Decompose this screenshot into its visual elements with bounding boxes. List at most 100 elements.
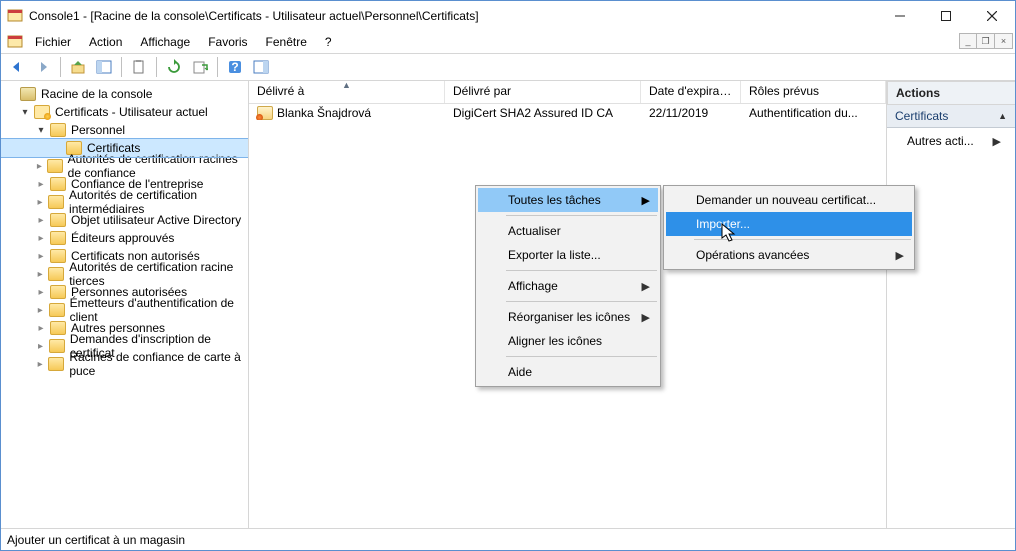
title-bar: Console1 - [Racine de la console\Certifi… bbox=[1, 1, 1015, 31]
tree-personnel[interactable]: Personnel bbox=[1, 121, 248, 139]
col-delivre-par[interactable]: Délivré par bbox=[445, 81, 641, 103]
menu-fichier[interactable]: Fichier bbox=[27, 33, 79, 51]
tree-item[interactable]: Racines de confiance de carte à puce bbox=[1, 355, 248, 373]
menu-aide[interactable]: ? bbox=[317, 33, 340, 51]
menu-aide[interactable]: Aide bbox=[478, 360, 658, 384]
folder-icon bbox=[50, 285, 66, 299]
maximize-button[interactable] bbox=[923, 1, 969, 31]
status-bar: Ajouter un certificat à un magasin bbox=[1, 528, 1015, 550]
tree-root[interactable]: Racine de la console bbox=[1, 85, 248, 103]
menu-fenetre[interactable]: Fenêtre bbox=[258, 33, 315, 51]
expand-icon[interactable] bbox=[35, 287, 47, 298]
mdi-controls: _ ❐ × bbox=[959, 33, 1013, 49]
menu-action[interactable]: Action bbox=[81, 33, 130, 51]
tree-item[interactable]: Objet utilisateur Active Directory bbox=[1, 211, 248, 229]
folder-icon bbox=[49, 303, 65, 317]
certificate-store-icon bbox=[34, 105, 50, 119]
menu-affichage[interactable]: Affichage▶ bbox=[478, 274, 658, 298]
expand-icon[interactable] bbox=[35, 179, 47, 190]
menu-separator bbox=[506, 270, 657, 271]
cell-date: 22/11/2019 bbox=[641, 106, 741, 120]
window-title: Console1 - [Racine de la console\Certifi… bbox=[29, 9, 877, 23]
menu-operations-avancees[interactable]: Opérations avancées▶ bbox=[666, 243, 912, 267]
folder-icon bbox=[50, 123, 66, 137]
col-delivre-a[interactable]: Délivré à▲ bbox=[249, 81, 445, 103]
tree-certs-user[interactable]: Certificats - Utilisateur actuel bbox=[1, 103, 248, 121]
expand-icon[interactable] bbox=[35, 341, 46, 352]
expand-icon[interactable] bbox=[35, 359, 45, 370]
submenu-arrow-icon: ▶ bbox=[896, 249, 904, 262]
expand-icon[interactable] bbox=[35, 305, 46, 316]
expand-icon[interactable] bbox=[35, 197, 45, 208]
menu-exporter-liste[interactable]: Exporter la liste... bbox=[478, 243, 658, 267]
menu-reorganiser[interactable]: Réorganiser les icônes▶ bbox=[478, 305, 658, 329]
actions-section[interactable]: Certificats▲ bbox=[887, 105, 1015, 128]
menu-demander-certificat[interactable]: Demander un nouveau certificat... bbox=[666, 188, 912, 212]
folder-icon bbox=[48, 267, 64, 281]
menu-favoris[interactable]: Favoris bbox=[200, 33, 255, 51]
list-header: Délivré à▲ Délivré par Date d'expirati..… bbox=[249, 81, 886, 104]
cell-delivre-a: Blanka Šnajdrová bbox=[277, 106, 371, 120]
mdi-close[interactable]: × bbox=[995, 33, 1013, 49]
folder-icon bbox=[47, 159, 63, 173]
mmc-icon bbox=[7, 8, 23, 24]
expand-icon[interactable] bbox=[35, 233, 47, 244]
submenu-arrow-icon: ▶ bbox=[642, 194, 650, 207]
status-text: Ajouter un certificat à un magasin bbox=[7, 533, 185, 547]
mmc-small-icon bbox=[7, 34, 23, 50]
menu-affichage[interactable]: Affichage bbox=[132, 33, 198, 51]
submenu-arrow-icon: ▶ bbox=[642, 311, 650, 324]
context-submenu: Demander un nouveau certificat... Import… bbox=[663, 185, 915, 270]
up-button[interactable] bbox=[66, 56, 90, 78]
folder-icon bbox=[48, 357, 64, 371]
refresh-button[interactable] bbox=[162, 56, 186, 78]
menu-bar: Fichier Action Affichage Favoris Fenêtre… bbox=[1, 31, 1015, 53]
back-button[interactable] bbox=[5, 56, 29, 78]
certificate-row[interactable]: Blanka Šnajdrová DigiCert SHA2 Assured I… bbox=[249, 104, 887, 122]
cell-roles: Authentification du... bbox=[741, 106, 887, 120]
menu-actualiser[interactable]: Actualiser bbox=[478, 219, 658, 243]
show-hide-tree-button[interactable] bbox=[92, 56, 116, 78]
tree-item[interactable]: Autorités de certification racines de co… bbox=[1, 157, 248, 175]
col-roles[interactable]: Rôles prévus bbox=[741, 81, 886, 103]
expand-icon[interactable] bbox=[35, 161, 44, 172]
forward-button[interactable] bbox=[31, 56, 55, 78]
tree-item[interactable]: Émetteurs d'authentification de client bbox=[1, 301, 248, 319]
toolbar: ? bbox=[1, 53, 1015, 81]
folder-icon bbox=[49, 339, 65, 353]
help-button[interactable]: ? bbox=[223, 56, 247, 78]
minimize-button[interactable] bbox=[877, 1, 923, 31]
folder-icon bbox=[50, 321, 66, 335]
cell-delivre-par: DigiCert SHA2 Assured ID CA bbox=[445, 106, 641, 120]
col-date[interactable]: Date d'expirati... bbox=[641, 81, 741, 103]
folder-icon bbox=[50, 177, 66, 191]
expand-icon[interactable] bbox=[35, 269, 45, 280]
menu-separator bbox=[694, 239, 911, 240]
context-menu: Toutes les tâches▶ Actualiser Exporter l… bbox=[475, 185, 661, 387]
actions-more[interactable]: Autres acti...▶ bbox=[887, 128, 1015, 154]
svg-text:?: ? bbox=[231, 60, 238, 74]
expand-icon[interactable] bbox=[35, 251, 47, 262]
expand-icon[interactable] bbox=[35, 323, 47, 334]
show-hide-action-pane-button[interactable] bbox=[249, 56, 273, 78]
folder-icon bbox=[48, 195, 64, 209]
mdi-minimize[interactable]: _ bbox=[959, 33, 977, 49]
export-button[interactable] bbox=[188, 56, 212, 78]
mdi-restore[interactable]: ❐ bbox=[977, 33, 995, 49]
chevron-right-icon: ▶ bbox=[993, 135, 1001, 148]
tree-pane[interactable]: Racine de la console Certificats - Utili… bbox=[1, 81, 249, 528]
menu-importer[interactable]: Importer... bbox=[666, 212, 912, 236]
tree-item[interactable]: Autorités de certification racine tierce… bbox=[1, 265, 248, 283]
close-button[interactable] bbox=[969, 1, 1015, 31]
tree-item[interactable]: Autorités de certification intermédiaire… bbox=[1, 193, 248, 211]
expand-icon[interactable] bbox=[35, 125, 47, 136]
copy-button[interactable] bbox=[127, 56, 151, 78]
menu-aligner[interactable]: Aligner les icônes bbox=[478, 329, 658, 353]
folder-icon bbox=[50, 231, 66, 245]
menu-separator bbox=[506, 356, 657, 357]
expand-icon[interactable] bbox=[19, 107, 31, 118]
menu-toutes-taches[interactable]: Toutes les tâches▶ bbox=[478, 188, 658, 212]
certificate-icon bbox=[257, 106, 273, 120]
tree-item[interactable]: Éditeurs approuvés bbox=[1, 229, 248, 247]
expand-icon[interactable] bbox=[35, 215, 47, 226]
